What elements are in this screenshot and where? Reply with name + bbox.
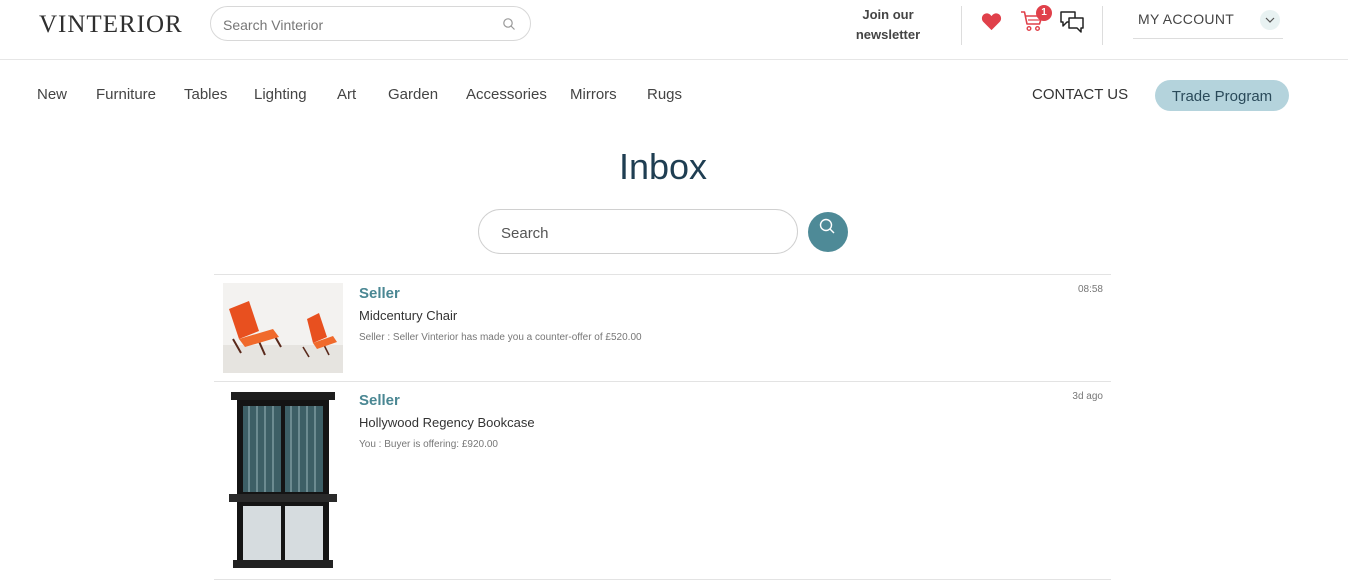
site-logo[interactable]: VINTERIOR	[39, 11, 183, 39]
trade-program-button[interactable]: Trade Program	[1155, 80, 1289, 111]
conversation-preview: Seller : Seller Vinterior has made you a…	[359, 332, 642, 343]
conversation-preview: You : Buyer is offering: £920.00	[359, 439, 498, 450]
contact-us-link[interactable]: CONTACT US	[1032, 86, 1128, 103]
top-header: VINTERIOR Join our newsletter 1 MY ACCOU…	[0, 0, 1348, 60]
nav-item-furniture[interactable]: Furniture	[96, 86, 156, 103]
account-label: MY ACCOUNT	[1138, 11, 1235, 27]
nav-item-tables[interactable]: Tables	[184, 86, 227, 103]
site-search-input[interactable]	[221, 14, 495, 36]
inbox-search-input[interactable]	[499, 222, 783, 244]
newsletter-link[interactable]: Join our newsletter	[838, 5, 938, 45]
search-icon[interactable]	[502, 17, 516, 31]
account-menu[interactable]: MY ACCOUNT	[1133, 8, 1283, 39]
conversation-sender: Seller	[359, 285, 400, 302]
site-search-box[interactable]	[210, 6, 531, 41]
nav-item-art[interactable]: Art	[337, 86, 356, 103]
divider	[1102, 6, 1103, 45]
page-title: Inbox	[618, 146, 708, 187]
heart-icon[interactable]	[981, 12, 1002, 31]
conversation-list: Seller Midcentury Chair Seller : Seller …	[214, 274, 1111, 580]
conversation-row[interactable]: Seller Midcentury Chair Seller : Seller …	[214, 274, 1111, 381]
newsletter-line1: Join our	[862, 7, 914, 22]
chevron-down-icon[interactable]	[1260, 10, 1280, 30]
nav-item-garden[interactable]: Garden	[388, 86, 438, 103]
conversation-time: 3d ago	[1072, 391, 1103, 402]
conversation-row[interactable]: Seller Hollywood Regency Bookcase You : …	[214, 381, 1111, 580]
nav-item-lighting[interactable]: Lighting	[254, 86, 307, 103]
newsletter-line2: newsletter	[855, 27, 921, 42]
inbox-search-box[interactable]	[478, 209, 798, 254]
search-icon	[819, 218, 835, 234]
nav-item-mirrors[interactable]: Mirrors	[570, 86, 617, 103]
category-nav: New Furniture Tables Lighting Art Garden…	[0, 60, 1348, 130]
inbox-search-button[interactable]	[808, 212, 848, 252]
product-thumbnail	[223, 283, 343, 373]
conversation-time: 08:58	[1077, 284, 1103, 295]
conversation-product: Hollywood Regency Bookcase	[359, 415, 535, 430]
nav-item-accessories[interactable]: Accessories	[466, 86, 547, 103]
nav-item-rugs[interactable]: Rugs	[647, 86, 682, 103]
chat-icon[interactable]	[1059, 10, 1085, 33]
conversation-sender: Seller	[359, 392, 400, 409]
bookcase-image	[223, 390, 343, 570]
nav-item-new[interactable]: New	[37, 86, 67, 103]
divider	[961, 6, 962, 45]
cart-count-badge: 1	[1036, 5, 1052, 21]
conversation-product: Midcentury Chair	[359, 308, 458, 323]
product-thumbnail	[223, 390, 343, 570]
chair-image	[223, 283, 343, 373]
